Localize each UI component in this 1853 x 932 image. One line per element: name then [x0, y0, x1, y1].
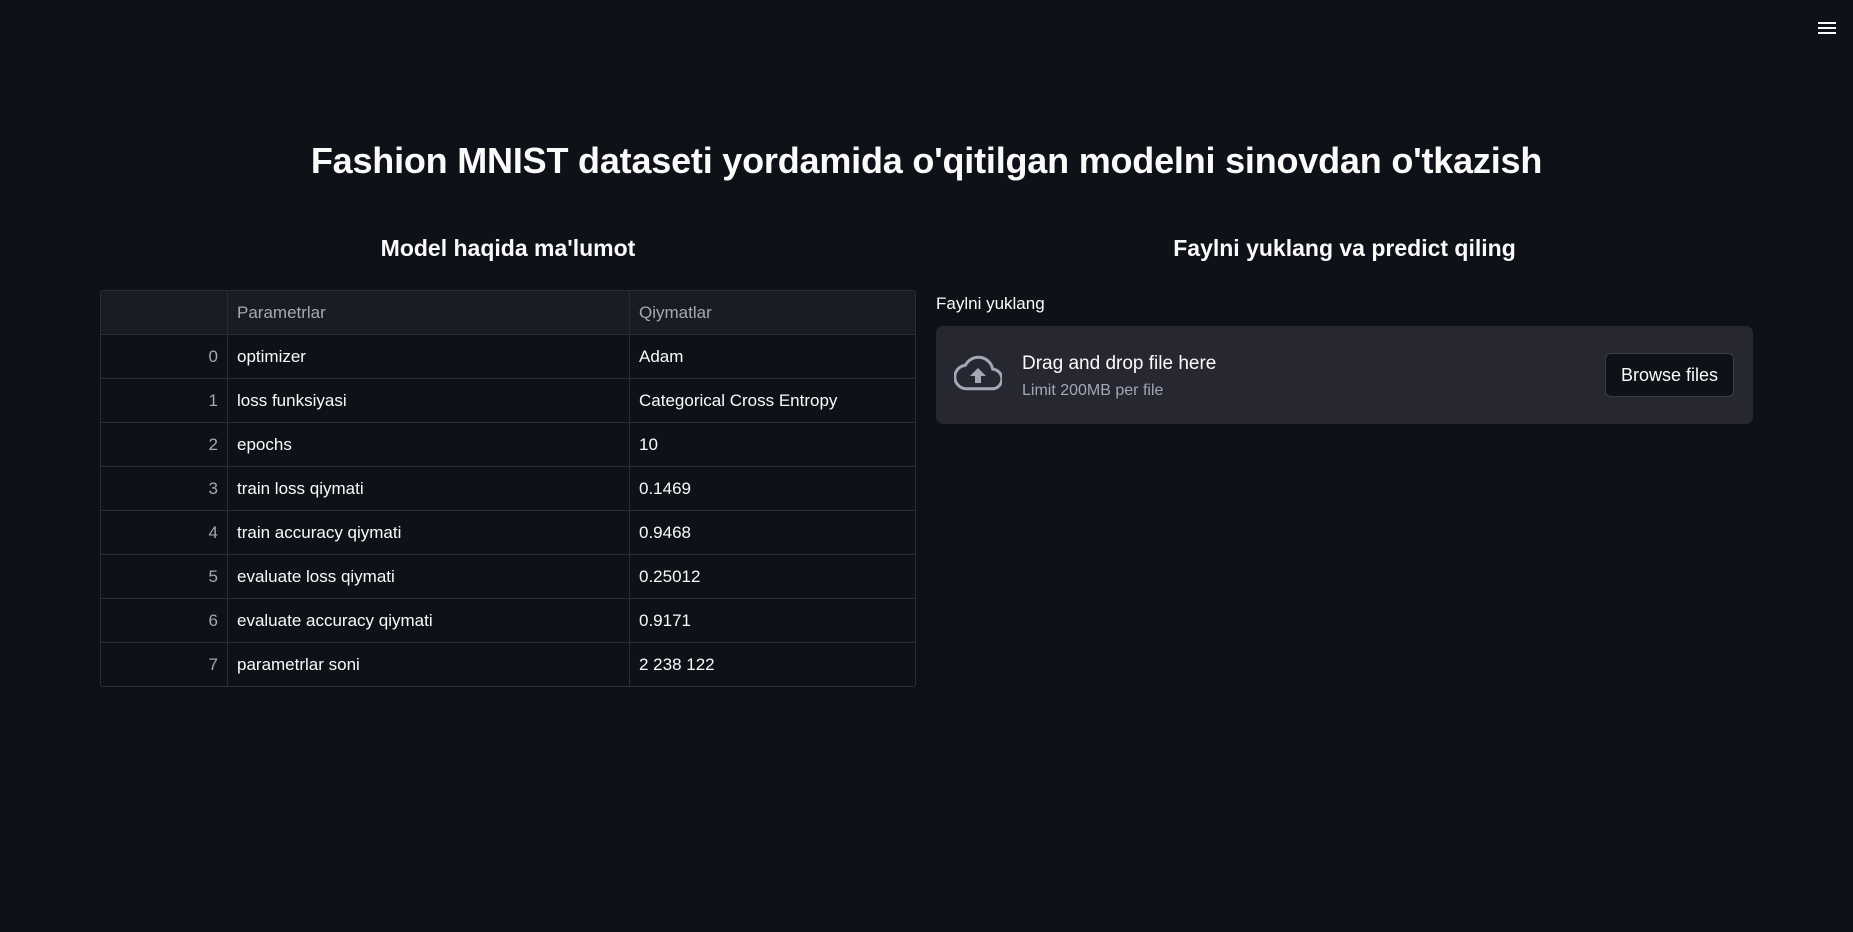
browse-files-button[interactable]: Browse files: [1604, 353, 1734, 397]
row-index-cell: 3: [101, 466, 228, 511]
main-menu-button[interactable]: [1815, 16, 1839, 40]
row-index-cell: 1: [101, 378, 228, 423]
column-header-parametrlar[interactable]: Parametrlar: [227, 291, 630, 335]
param-cell: evaluate loss qiymati: [227, 554, 630, 599]
page-title: Fashion MNIST dataseti yordamida o'qitil…: [310, 140, 1543, 181]
param-cell: evaluate accuracy qiymati: [227, 598, 630, 643]
dropzone-instruction: Drag and drop file here: [1022, 353, 1217, 374]
table-row: 1 loss funksiyasi Categorical Cross Entr…: [101, 378, 915, 423]
param-cell: train loss qiymati: [227, 466, 630, 511]
table-row: 7 parametrlar soni 2 238 122: [101, 642, 915, 686]
row-index-cell: 4: [101, 510, 228, 555]
file-uploader-label: Faylni yuklang: [936, 294, 1045, 313]
file-dropzone[interactable]: Drag and drop file here Limit 200MB per …: [936, 326, 1753, 424]
table-row: 6 evaluate accuracy qiymati 0.9171: [101, 598, 915, 643]
value-cell: Categorical Cross Entropy: [629, 378, 915, 423]
cloud-upload-icon: [954, 355, 1002, 391]
table-row: 2 epochs 10: [101, 422, 915, 467]
value-cell: 0.9171: [629, 598, 915, 643]
table-row: 0 optimizer Adam: [101, 334, 915, 379]
row-index-cell: 0: [101, 334, 228, 379]
value-cell: 0.9468: [629, 510, 915, 555]
value-cell: 0.1469: [629, 466, 915, 511]
value-cell: 10: [629, 422, 915, 467]
hamburger-menu-icon: [1818, 22, 1836, 34]
model-info-column: Model haqida ma'lumot Parametrlar Qiymat…: [100, 232, 916, 687]
value-cell: 0.25012: [629, 554, 915, 599]
dropzone-text: Drag and drop file here Limit 200MB per …: [1022, 350, 1216, 402]
dropzone-limit: Limit 200MB per file: [1022, 382, 1164, 399]
row-index-cell: 7: [101, 642, 228, 686]
row-index-cell: 5: [101, 554, 228, 599]
param-cell: parametrlar soni: [227, 642, 630, 686]
column-header-qiymatlar[interactable]: Qiymatlar: [629, 291, 915, 335]
param-cell: optimizer: [227, 334, 630, 379]
row-index-cell: 2: [101, 422, 228, 467]
model-info-table[interactable]: Parametrlar Qiymatlar 0 optimizer Adam 1…: [100, 290, 916, 687]
table-row: 5 evaluate loss qiymati 0.25012: [101, 554, 915, 599]
value-cell: 2 238 122: [639, 654, 715, 674]
table-row: 3 train loss qiymati 0.1469: [101, 466, 915, 511]
param-cell: epochs: [227, 422, 630, 467]
table-header-row: Parametrlar Qiymatlar: [101, 291, 915, 335]
param-cell: loss funksiyasi: [227, 378, 630, 423]
upload-column: Faylni yuklang va predict qiling Faylni …: [936, 232, 1753, 424]
value-cell: Adam: [629, 334, 915, 379]
model-info-heading: Model haqida ma'lumot: [380, 235, 636, 261]
column-header-index[interactable]: [101, 291, 228, 335]
table-row: 4 train accuracy qiymati 0.9468: [101, 510, 915, 555]
param-cell: train accuracy qiymati: [227, 510, 630, 555]
upload-heading: Faylni yuklang va predict qiling: [1173, 235, 1516, 261]
row-index-cell: 6: [101, 598, 228, 643]
